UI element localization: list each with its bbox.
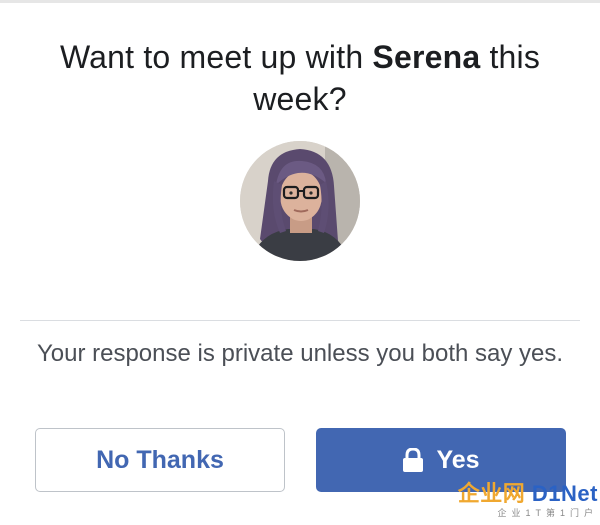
meetup-question: Want to meet up with Serena this week?: [20, 36, 580, 120]
meetup-dialog: Want to meet up with Serena this week? Y…: [0, 0, 600, 525]
yes-button[interactable]: Yes: [316, 428, 566, 492]
watermark-tagline: 企业1T第1门户: [497, 508, 598, 518]
yes-label: Yes: [436, 445, 480, 474]
divider: [20, 320, 580, 321]
top-edge: [0, 0, 600, 3]
question-prefix: Want to meet up with: [59, 39, 373, 75]
no-thanks-button[interactable]: No Thanks: [35, 428, 285, 492]
no-thanks-label: No Thanks: [96, 445, 224, 474]
privacy-note: Your response is private unless you both…: [36, 340, 564, 367]
lock-icon: [402, 447, 424, 472]
avatar: [240, 141, 360, 261]
contact-name: Serena: [372, 39, 481, 75]
